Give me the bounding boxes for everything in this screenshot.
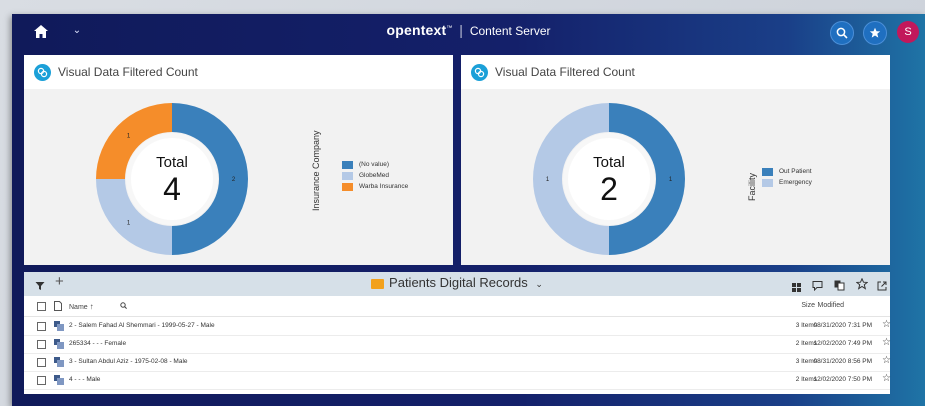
business-workspace-icon: [54, 375, 64, 385]
donut-chart: 11Total2: [533, 103, 685, 255]
folder-browser: + Patients Digital Records ⌄ Name ↑ Size…: [24, 272, 891, 394]
row-checkbox[interactable]: [37, 340, 46, 349]
table-row[interactable]: 265334 - - - Female 2 Items 12/02/2020 7…: [24, 335, 891, 354]
widget-header: Visual Data Filtered Count: [461, 55, 890, 89]
legend-item: (No value): [342, 159, 408, 170]
chevron-down-icon: ⌄: [535, 279, 543, 289]
table-row[interactable]: 3 - Sultan Abdul Aziz - 1975-02-08 - Mal…: [24, 353, 891, 372]
sort-ascending-icon: ↑: [89, 302, 94, 311]
folder-title[interactable]: Patients Digital Records ⌄: [24, 275, 890, 290]
row-name[interactable]: 2 - Salem Fahad Al Shemmari - 1999-05-27…: [69, 322, 215, 329]
favorite-star-icon[interactable]: ☆: [882, 337, 891, 348]
widget-title: Visual Data Filtered Count: [58, 65, 198, 79]
star-icon: [869, 27, 881, 38]
table-row[interactable]: 2 - Salem Fahad Al Shemmari - 1999-05-27…: [24, 317, 891, 336]
open-external-button[interactable]: [877, 278, 887, 296]
comment-icon: [812, 281, 823, 292]
row-checkbox[interactable]: [37, 358, 46, 367]
brand-separator: |: [459, 22, 463, 38]
modified-column-header[interactable]: Modified: [818, 302, 844, 309]
folder-icon: [371, 278, 385, 289]
widget-header: Visual Data Filtered Count: [24, 55, 453, 89]
star-outline-icon: [855, 277, 869, 290]
size-column-header[interactable]: Size: [801, 302, 815, 309]
chart-legend: (No value) GlobeMed Warba Insurance: [342, 159, 408, 192]
copy-icon: [834, 280, 845, 291]
legend-item: Emergency: [762, 177, 812, 188]
table-row[interactable]: 4 - - - Male 2 Items 12/02/2020 7:50 PM …: [24, 371, 891, 390]
favorite-star-icon[interactable]: ☆: [882, 373, 891, 384]
legend-item: Out Patient: [762, 166, 812, 177]
row-name[interactable]: 265334 - - - Female: [69, 340, 126, 347]
list-toolbar: + Patients Digital Records ⌄: [24, 272, 890, 296]
total-value: 4: [163, 171, 181, 207]
legend-title: Facility: [747, 172, 757, 201]
visual-data-icon: [34, 64, 51, 81]
business-workspace-icon: [54, 339, 64, 349]
search-button[interactable]: [830, 21, 854, 45]
row-checkbox[interactable]: [37, 322, 46, 331]
visual-data-icon: [471, 64, 488, 81]
favorite-button[interactable]: [855, 277, 869, 295]
business-workspace-icon: [54, 357, 64, 367]
widget-body: 2 1 1 Total 4 Insurance Company (No value) G…: [24, 89, 453, 265]
legend-swatch: [342, 182, 353, 191]
row-checkbox[interactable]: [37, 376, 46, 385]
grid-view-icon: [792, 283, 801, 292]
total-label: Total: [156, 154, 188, 171]
copy-button[interactable]: [834, 278, 845, 296]
user-avatar[interactable]: S: [897, 21, 919, 43]
app-window: ⌄ opentext™ | Content Server S Visual Da…: [12, 14, 925, 406]
business-workspace-icon: [54, 321, 64, 331]
legend-swatch: [762, 167, 773, 176]
favorite-star-icon[interactable]: ☆: [882, 355, 891, 366]
legend-item: Warba Insurance: [342, 181, 408, 192]
total-value: 2: [600, 171, 618, 207]
row-modified: 12/02/2020 7:49 PM: [813, 340, 872, 347]
comments-button[interactable]: [812, 278, 823, 296]
row-modified: 08/31/2020 8:56 PM: [813, 358, 872, 365]
legend-title: Insurance Company: [311, 130, 321, 211]
widget-insurance-company: Visual Data Filtered Count 2 1 1 Total 4 Ins…: [24, 55, 453, 265]
favorite-star-icon[interactable]: ☆: [882, 319, 891, 330]
widget-title: Visual Data Filtered Count: [495, 65, 635, 79]
search-icon[interactable]: [120, 302, 127, 309]
name-column-header[interactable]: Name ↑: [69, 302, 94, 311]
row-modified: 08/31/2020 7:31 PM: [813, 322, 872, 329]
brand-title: opentext™ | Content Server: [386, 22, 551, 38]
grid-view-button[interactable]: [792, 279, 801, 297]
row-modified: 12/02/2020 7:50 PM: [813, 376, 872, 383]
chart-legend: Out Patient Emergency: [762, 166, 812, 188]
row-name[interactable]: 4 - - - Male: [69, 376, 100, 383]
product-name: Content Server: [469, 24, 551, 38]
total-label: Total: [593, 154, 625, 171]
widget-body: 1 1 Total 2 Facility Out Patient Emergency: [461, 89, 890, 265]
widget-facility: Visual Data Filtered Count 1 1 Total 2 Faci…: [461, 55, 890, 265]
legend-item: GlobeMed: [342, 170, 408, 181]
list-header: Name ↑ Size Modified: [24, 296, 890, 317]
legend-swatch: [342, 160, 353, 169]
external-link-icon: [877, 281, 887, 291]
favorites-button[interactable]: [863, 21, 887, 45]
opentext-logo: opentext: [386, 22, 447, 38]
legend-swatch: [762, 178, 773, 187]
row-name[interactable]: 3 - Sultan Abdul Aziz - 1975-02-08 - Mal…: [69, 358, 188, 365]
document-type-icon: [54, 301, 62, 311]
select-all-checkbox[interactable]: [37, 302, 46, 311]
legend-swatch: [342, 171, 353, 180]
top-bar: ⌄ opentext™ | Content Server S: [12, 14, 925, 50]
search-icon: [836, 27, 848, 39]
